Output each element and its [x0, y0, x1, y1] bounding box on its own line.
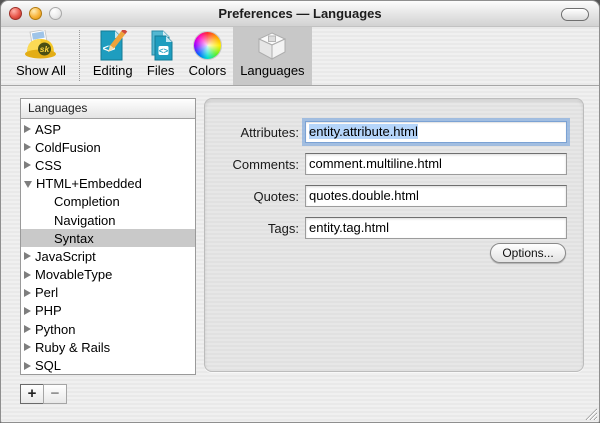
- sidebar-item-perl[interactable]: Perl: [21, 284, 195, 302]
- sidebar-item-label: Completion: [54, 194, 120, 209]
- minimize-button-icon[interactable]: [29, 7, 42, 20]
- form-row: Comments: comment.multiline.html: [205, 153, 583, 175]
- sidebar-item-label: Ruby & Rails: [35, 340, 110, 355]
- remove-language-button[interactable]: −: [43, 384, 67, 404]
- sidebar-item-navigation[interactable]: Navigation: [21, 211, 195, 229]
- list-header: Languages: [21, 99, 195, 119]
- disclosure-triangle-expanded-icon[interactable]: [24, 181, 32, 188]
- sidebar-item-label: MovableType: [35, 267, 112, 282]
- sidebar-item-label: JavaScript: [35, 249, 96, 264]
- sidebar-item-label: Navigation: [54, 213, 115, 228]
- toolbar-item-colors[interactable]: Colors: [182, 27, 234, 85]
- quotes-field[interactable]: quotes.double.html: [305, 185, 567, 207]
- toolbar-item-editing[interactable]: <> Editing: [86, 27, 140, 85]
- document-pencil-icon: <>: [98, 29, 128, 62]
- field-value: entity.tag.html: [309, 220, 389, 235]
- sidebar-item-asp[interactable]: ASP: [21, 120, 195, 138]
- toolbar-label: Languages: [240, 63, 304, 78]
- toolbar-item-show-all[interactable]: sk Show All: [9, 27, 73, 85]
- field-value: entity.attribute.html: [309, 124, 418, 139]
- svg-text:sk: sk: [40, 44, 51, 54]
- sidebar-item-syntax[interactable]: Syntax: [21, 229, 195, 247]
- titlebar: Preferences — Languages: [1, 1, 599, 27]
- preferences-window: Preferences — Languages sk Show All: [0, 0, 600, 423]
- close-button-icon[interactable]: [9, 7, 22, 20]
- tags-field[interactable]: entity.tag.html: [305, 217, 567, 239]
- add-language-button[interactable]: +: [20, 384, 44, 404]
- sidebar-item-html-embedded[interactable]: HTML+Embedded: [21, 175, 195, 193]
- sidebar-item-label: ColdFusion: [35, 140, 101, 155]
- color-wheel-icon: [193, 29, 222, 62]
- sidebar-item-label: SQL: [35, 358, 61, 373]
- syntax-settings-panel: Attributes: entity.attribute.html Comments…: [204, 98, 584, 372]
- sidebar-item-label: CSS: [35, 158, 62, 173]
- disclosure-triangle-collapsed-icon[interactable]: [24, 343, 31, 351]
- sidebar-item-movabletype[interactable]: MovableType: [21, 266, 195, 284]
- form-row: Attributes: entity.attribute.html: [205, 121, 583, 143]
- sidebar-item-python[interactable]: Python: [21, 320, 195, 338]
- sidebar-item-label: Python: [35, 322, 75, 337]
- sidebar-item-label: HTML+Embedded: [36, 176, 142, 191]
- toolbar-label: Files: [147, 63, 174, 78]
- sidebar-item-completion[interactable]: Completion: [21, 193, 195, 211]
- options-button[interactable]: Options...: [490, 243, 566, 263]
- toolbar: sk Show All <> Editing: [1, 27, 599, 86]
- sidebar-item-label: ASP: [35, 122, 61, 137]
- toolbar-toggle-pill-button[interactable]: [561, 8, 589, 21]
- disclosure-triangle-collapsed-icon[interactable]: [24, 252, 31, 260]
- field-value: comment.multiline.html: [309, 156, 442, 171]
- toolbar-item-languages[interactable]: Languages: [233, 27, 311, 85]
- traffic-lights: [9, 7, 62, 20]
- disclosure-triangle-collapsed-icon[interactable]: [24, 307, 31, 315]
- disclosure-triangle-collapsed-icon[interactable]: [24, 161, 31, 169]
- disclosure-triangle-collapsed-icon[interactable]: [24, 125, 31, 133]
- languages-listbox: Languages ASP ColdFusion CSS HTML+Embedded C…: [20, 98, 196, 375]
- package-box-icon: [256, 29, 288, 62]
- sidebar-item-javascript[interactable]: JavaScript: [21, 247, 195, 265]
- toolbar-separator: [79, 30, 80, 81]
- field-label: Tags:: [205, 221, 299, 236]
- sidebar-item-label: Syntax: [54, 231, 94, 246]
- sidebar-item-php[interactable]: PHP: [21, 302, 195, 320]
- toolbar-label: Colors: [189, 63, 227, 78]
- toolbar-label: Editing: [93, 63, 133, 78]
- disclosure-triangle-collapsed-icon[interactable]: [24, 271, 31, 279]
- svg-text:<>: <>: [158, 47, 168, 56]
- window-title: Preferences — Languages: [71, 1, 529, 27]
- field-label: Comments:: [205, 157, 299, 172]
- toolbar-item-files[interactable]: <> Files: [140, 27, 182, 85]
- zoom-button-disabled-icon: [49, 7, 62, 20]
- sidebar-item-css[interactable]: CSS: [21, 156, 195, 174]
- disclosure-triangle-collapsed-icon[interactable]: [24, 143, 31, 151]
- sidebar-item-sql[interactable]: SQL: [21, 356, 195, 374]
- documents-stack-icon: <>: [147, 29, 175, 62]
- form-row: Tags: entity.tag.html: [205, 217, 583, 239]
- sidebar-item-ruby-rails[interactable]: Ruby & Rails: [21, 338, 195, 356]
- sidebar-item-label: Perl: [35, 285, 58, 300]
- disclosure-triangle-collapsed-icon[interactable]: [24, 289, 31, 297]
- field-value: quotes.double.html: [309, 188, 419, 203]
- attributes-field[interactable]: entity.attribute.html: [305, 121, 567, 143]
- skedit-hardhat-app-icon: sk: [23, 29, 58, 62]
- toolbar-label: Show All: [16, 63, 66, 78]
- field-label: Quotes:: [205, 189, 299, 204]
- form-row: Quotes: quotes.double.html: [205, 185, 583, 207]
- sidebar-item-label: PHP: [35, 303, 62, 318]
- sidebar-item-coldfusion[interactable]: ColdFusion: [21, 138, 195, 156]
- disclosure-triangle-collapsed-icon[interactable]: [24, 362, 31, 370]
- disclosure-triangle-collapsed-icon[interactable]: [24, 325, 31, 333]
- field-label: Attributes:: [205, 125, 299, 140]
- list-body: ASP ColdFusion CSS HTML+Embedded Completion N…: [21, 120, 195, 374]
- comments-field[interactable]: comment.multiline.html: [305, 153, 567, 175]
- resize-grip[interactable]: [584, 407, 597, 420]
